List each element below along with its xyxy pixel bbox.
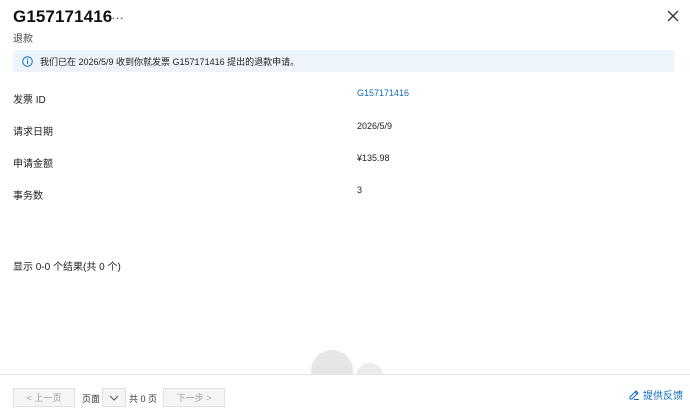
page-title: G157171416 — [13, 7, 113, 26]
transaction-count-value: 3 — [357, 185, 363, 195]
total-pages-label: 共 0 页 — [129, 394, 158, 404]
pagination-footer: < 上一页 页面 共 0 页 下一步 > 提供反馈 — [0, 374, 690, 409]
page-subtitle: 退款 — [13, 34, 33, 45]
invoice-id-link[interactable]: G157171416 — [357, 88, 409, 98]
previous-page-button[interactable]: < 上一页 — [13, 388, 75, 407]
info-banner: 我们已在 2026/5/9 收到你就发票 G157171416 提出的退款申请。 — [13, 50, 674, 72]
requested-amount-label: 申请金额 — [13, 159, 53, 170]
request-date-value: 2026/5/9 — [357, 121, 393, 131]
banner-message: 我们已在 2026/5/9 收到你就发票 G157171416 提出的退款申请。 — [40, 56, 300, 67]
results-summary: 显示 0-0 个结果(共 0 个) — [13, 262, 121, 273]
transaction-count-label: 事务数 — [13, 191, 43, 202]
blade-header: G157171416 退款 — [13, 7, 112, 45]
chevron-down-icon — [109, 395, 119, 401]
close-icon[interactable] — [666, 9, 680, 23]
feedback-link[interactable]: 提供反馈 — [628, 387, 683, 402]
info-icon — [22, 55, 33, 67]
request-date-label: 请求日期 — [13, 127, 53, 138]
page-label: 页面 — [82, 394, 101, 404]
feedback-icon — [629, 389, 639, 400]
feedback-label: 提供反馈 — [643, 391, 683, 402]
invoice-id-label: 发票 ID — [13, 95, 46, 106]
page-select[interactable] — [102, 388, 126, 407]
next-page-button[interactable]: 下一步 > — [163, 388, 225, 407]
more-options-button[interactable]: ··· — [111, 10, 124, 25]
requested-amount-value: ¥135.98 — [357, 153, 390, 163]
